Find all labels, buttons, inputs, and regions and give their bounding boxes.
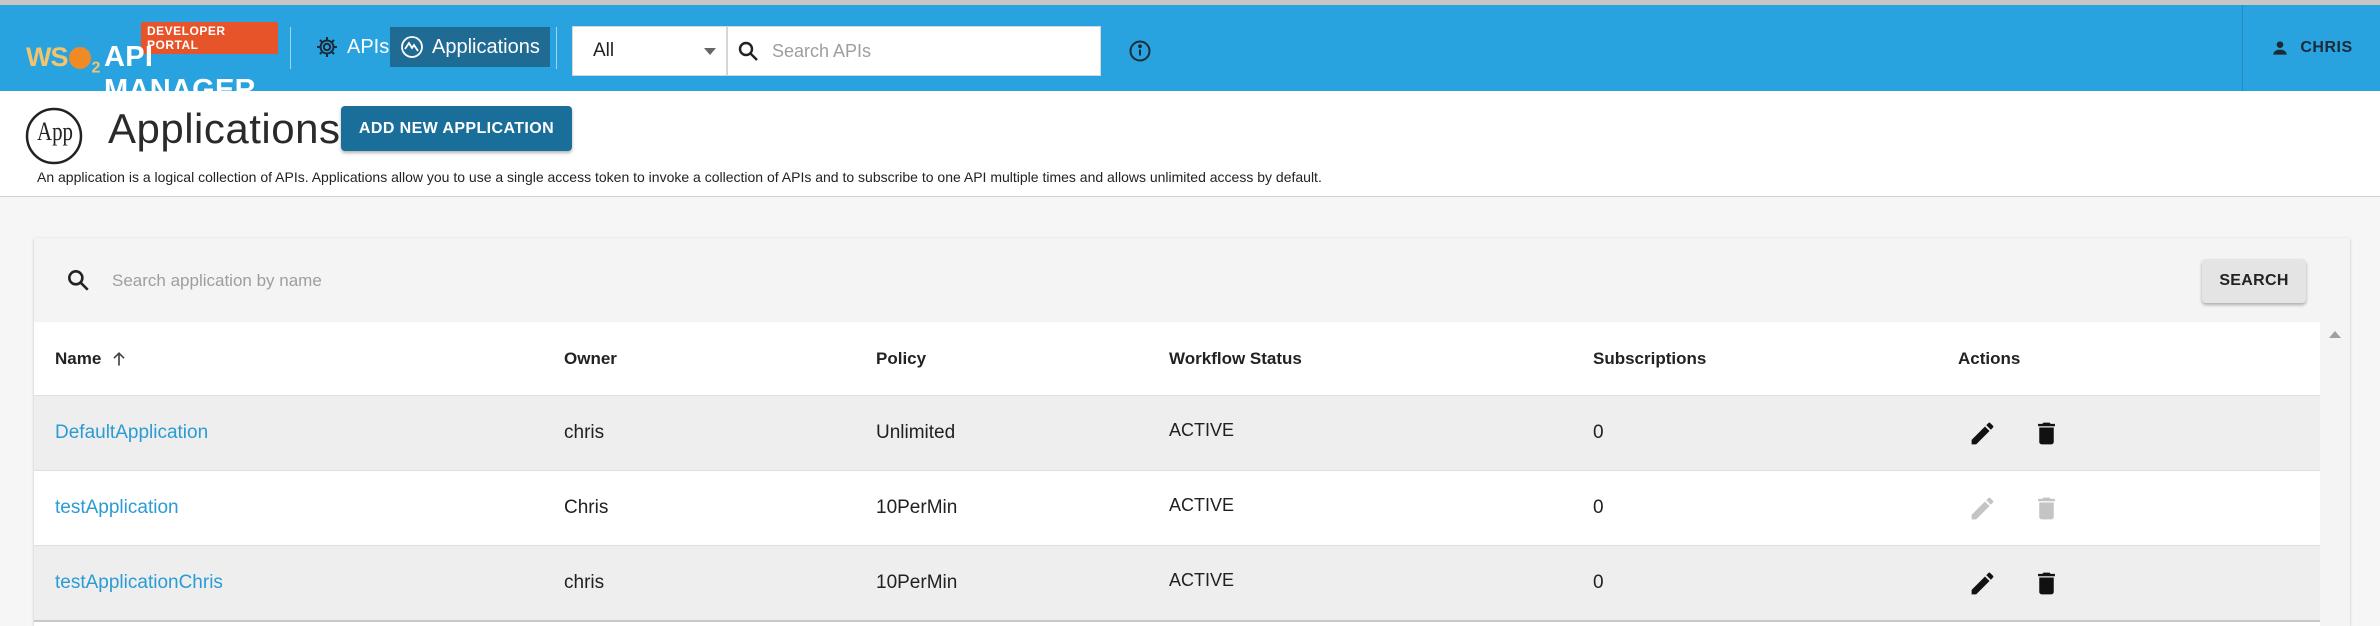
applications-panel: SEARCH Name Owner Policy Workflow Status… [34,238,2350,626]
application-workflow-status: ACTIVE [1169,570,1235,590]
application-subscriptions: 0 [1593,422,1604,443]
table-row: testApplicationChris chris 10PerMin ACTI… [34,546,2320,621]
table-row: DefaultApplication chris Unlimited ACTIV… [34,396,2320,471]
user-menu[interactable]: CHRIS [2242,5,2380,91]
api-filter-select[interactable]: All [572,26,727,76]
application-subscriptions: 0 [1593,497,1604,518]
wso2-wordmark: WS 2 [26,42,100,77]
application-owner: chris [564,572,605,593]
application-subscriptions: 0 [1593,572,1604,593]
nav-applications[interactable]: Applications [390,27,550,67]
applications-table: Name Owner Policy Workflow Status Subscr… [34,322,2320,621]
column-header-name[interactable]: Name [55,322,129,395]
page-description: An application is a logical collection o… [37,169,1322,185]
gear-icon [317,37,337,57]
sort-ascending-icon[interactable] [109,349,129,369]
edit-icon [1971,497,1994,519]
api-search-input[interactable] [772,40,1072,62]
api-filter-value: All [593,40,615,61]
wso2-logo[interactable]: DEVELOPER PORTAL WS 2 API MANAGER [26,19,278,106]
table-row: testApplication Chris 10PerMin ACTIVE 0 [34,471,2320,546]
column-header-owner: Owner [564,348,617,368]
application-policy: 10PerMin [876,497,958,518]
application-policy: Unlimited [876,422,956,443]
delete-icon[interactable] [2032,419,2061,448]
delete-icon[interactable] [2032,569,2061,598]
app-logo-icon: App [25,107,83,165]
application-workflow-status: ACTIVE [1169,420,1235,440]
scroll-up-arrow-icon[interactable] [2329,331,2341,338]
application-name-link[interactable]: testApplicationChris [55,572,223,594]
table-header: Name Owner Policy Workflow Status Subscr… [34,322,2320,396]
application-search-input[interactable] [112,266,1012,296]
edit-icon[interactable] [1968,569,1997,598]
application-search-bar: SEARCH [34,238,2350,322]
application-owner: Chris [564,497,609,518]
api-search-box[interactable] [727,26,1101,76]
edit-icon[interactable] [1968,419,1997,448]
applications-icon [401,36,423,58]
column-header-subscriptions: Subscriptions [1593,348,1707,368]
top-bar: DEVELOPER PORTAL WS 2 API MANAGER APIs Ap… [0,0,2380,106]
svg-text:App: App [37,117,73,146]
column-header-actions: Actions [1958,348,2021,368]
info-icon[interactable] [1128,39,1152,63]
application-policy: 10PerMin [876,572,958,593]
add-new-application-button[interactable]: ADD NEW APPLICATION [341,106,572,151]
column-header-workflow-status: Workflow Status [1169,348,1302,368]
user-icon [2273,41,2288,55]
page-title: Applications [108,105,341,152]
delete-icon [2038,497,2055,519]
application-owner: chris [564,422,605,443]
page-header: App Applications ADD NEW APPLICATION An … [0,91,2380,197]
nav-apis-label: APIs [347,35,390,58]
divider [34,620,2320,622]
divider [290,27,291,69]
search-icon [738,41,758,61]
divider [556,27,557,69]
application-name-link[interactable]: testApplication [55,497,179,519]
nav-applications-label: Applications [432,35,540,58]
application-workflow-status: ACTIVE [1169,495,1235,515]
chevron-down-icon [704,48,716,55]
search-icon [68,270,89,291]
table-scrollbar[interactable] [2320,322,2350,626]
search-button[interactable]: SEARCH [2202,259,2306,303]
nav-apis[interactable]: APIs [305,27,399,67]
column-header-policy: Policy [876,348,927,368]
user-name: CHRIS [2300,39,2353,56]
application-name-link[interactable]: DefaultApplication [55,422,208,444]
